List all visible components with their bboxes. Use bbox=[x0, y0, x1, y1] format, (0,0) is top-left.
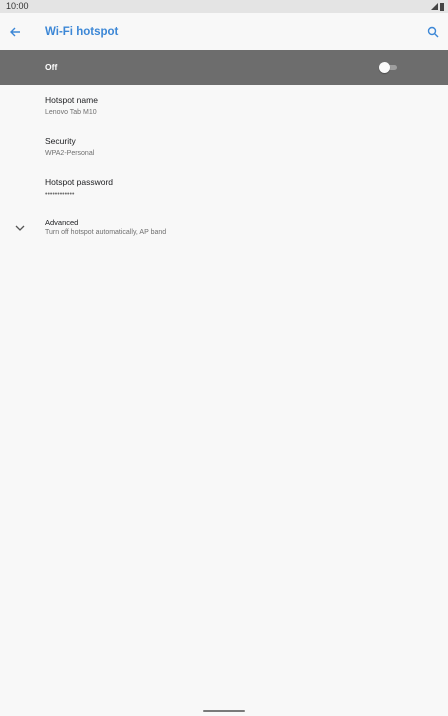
status-time: 10:00 bbox=[6, 1, 29, 11]
setting-hotspot-name[interactable]: Hotspot name Lenovo Tab M10 bbox=[0, 88, 448, 128]
setting-title: Advanced bbox=[45, 218, 79, 227]
setting-title: Hotspot password bbox=[45, 177, 114, 187]
toolbar: Wi-Fi hotspot bbox=[0, 13, 448, 50]
back-button[interactable] bbox=[4, 21, 26, 43]
hotspot-master-switch[interactable]: Off bbox=[0, 50, 448, 85]
hotspot-toggle[interactable] bbox=[379, 62, 397, 73]
signal-icon bbox=[431, 3, 438, 10]
page-title: Wi-Fi hotspot bbox=[45, 26, 119, 38]
setting-summary: Turn off hotspot automatically, AP band bbox=[45, 229, 167, 236]
setting-summary: •••••••••••• bbox=[45, 191, 75, 198]
chevron-down-icon bbox=[15, 225, 25, 231]
status-bar: 10:00 bbox=[0, 0, 448, 13]
battery-icon bbox=[440, 2, 444, 11]
toggle-thumb bbox=[379, 62, 390, 73]
search-icon bbox=[427, 26, 439, 38]
search-button[interactable] bbox=[422, 21, 444, 43]
setting-summary: Lenovo Tab M10 bbox=[45, 109, 97, 116]
setting-title: Security bbox=[45, 136, 76, 146]
setting-security[interactable]: Security WPA2-Personal bbox=[0, 129, 448, 169]
setting-summary: WPA2-Personal bbox=[45, 150, 95, 157]
arrow-back-icon bbox=[10, 27, 20, 37]
status-icons bbox=[431, 2, 444, 11]
navigation-handle[interactable] bbox=[203, 710, 245, 712]
setting-hotspot-password[interactable]: Hotspot password •••••••••••• bbox=[0, 170, 448, 210]
master-switch-label: Off bbox=[45, 62, 58, 72]
setting-advanced[interactable]: Advanced Turn off hotspot automatically,… bbox=[0, 210, 448, 250]
setting-title: Hotspot name bbox=[45, 95, 98, 105]
